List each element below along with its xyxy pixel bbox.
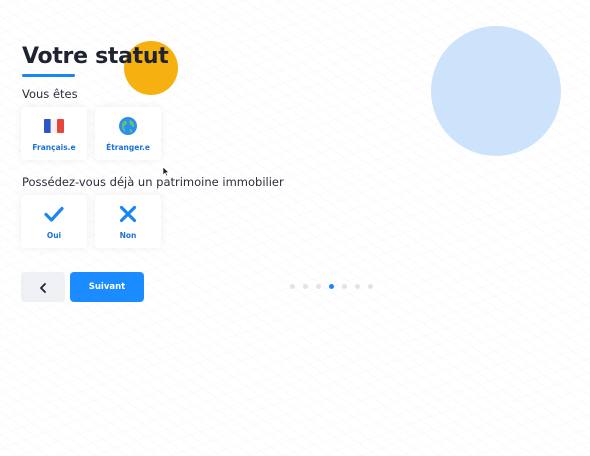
step-progress-indicator	[290, 284, 373, 289]
step-dot	[355, 284, 360, 289]
title-underline	[22, 74, 75, 77]
option-non[interactable]: Non	[95, 195, 161, 248]
option-etranger[interactable]: Étranger.e	[95, 107, 161, 160]
check-icon	[44, 203, 64, 225]
step-dot-active	[329, 284, 334, 289]
property-question: Possédez-vous déjà un patrimoine immobil…	[22, 175, 284, 189]
close-icon	[119, 203, 137, 225]
decorative-blue-circle	[431, 26, 561, 156]
step-dot	[368, 284, 373, 289]
step-dot	[316, 284, 321, 289]
option-francais[interactable]: Français.e	[21, 107, 87, 160]
nationality-question: Vous êtes	[22, 87, 78, 101]
option-non-label: Non	[119, 231, 137, 240]
france-flag-icon	[44, 115, 64, 137]
step-dot	[290, 284, 295, 289]
page-title: Votre statut	[22, 44, 169, 69]
chevron-left-icon	[39, 278, 47, 297]
back-button[interactable]	[21, 272, 65, 302]
mouse-cursor-icon	[162, 166, 170, 177]
globe-icon	[118, 115, 138, 137]
option-oui-label: Oui	[46, 231, 62, 240]
option-etranger-label: Étranger.e	[106, 143, 150, 152]
step-dot	[342, 284, 347, 289]
next-button[interactable]: Suivant	[70, 272, 144, 302]
option-francais-label: Français.e	[32, 143, 76, 152]
step-dot	[303, 284, 308, 289]
option-oui[interactable]: Oui	[21, 195, 87, 248]
